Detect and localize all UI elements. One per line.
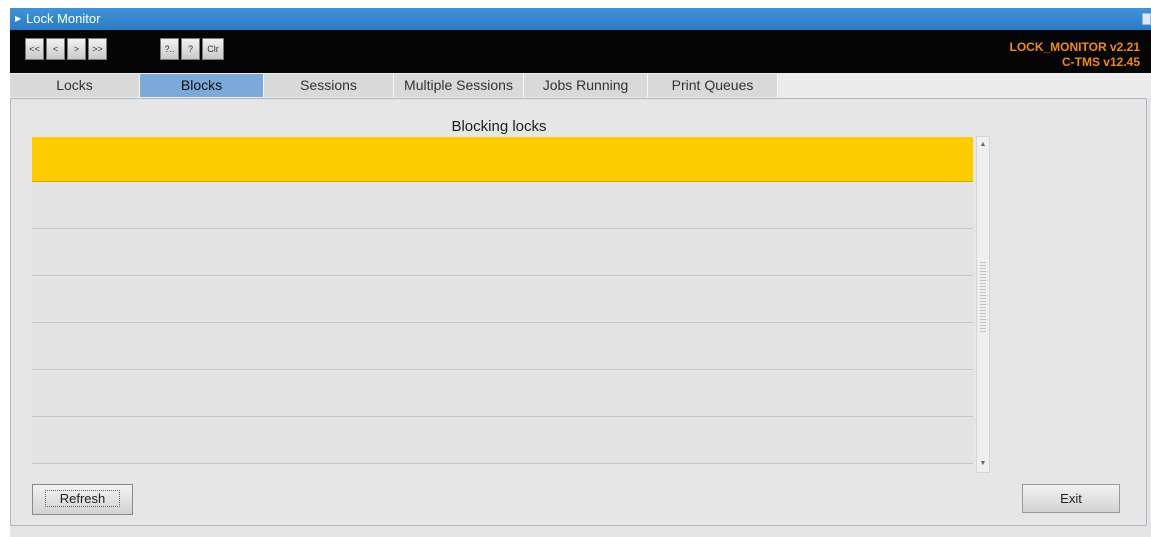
tab-jobs-running[interactable]: Jobs Running (524, 74, 648, 97)
table-row[interactable] (32, 419, 973, 464)
table-row[interactable] (32, 231, 973, 276)
table-row[interactable] (32, 137, 973, 182)
tab-print-queues[interactable]: Print Queues (648, 74, 778, 97)
toolbar: << < > >> ?.. ? Clr LOCK_MONITOR v2.21 C… (10, 30, 1151, 73)
previous-record-button[interactable]: < (46, 38, 65, 60)
next-record-button[interactable]: > (67, 38, 86, 60)
window-icon: ▶ (15, 14, 22, 23)
tab-sessions[interactable]: Sessions (264, 74, 394, 97)
scroll-down-arrow-icon[interactable]: ▼ (977, 458, 989, 470)
clear-button[interactable]: Clr (202, 38, 224, 60)
scroll-up-arrow-icon[interactable]: ▲ (977, 139, 989, 151)
table-row[interactable] (32, 278, 973, 323)
section-title: Blocking locks (451, 118, 547, 135)
tab-blocks[interactable]: Blocks (140, 74, 264, 97)
tab-multiple-sessions[interactable]: Multiple Sessions (394, 74, 524, 97)
refresh-button[interactable]: Refresh (32, 484, 133, 515)
vertical-scrollbar[interactable]: ▲ ▼ (976, 136, 990, 473)
last-record-button[interactable]: >> (88, 38, 107, 60)
title-bar: ▶ Lock Monitor (10, 8, 1151, 30)
table-row[interactable] (32, 184, 973, 229)
tab-locks[interactable]: Locks (10, 74, 140, 97)
refresh-button-label: Refresh (44, 490, 121, 507)
exit-button[interactable]: Exit (1022, 484, 1120, 513)
help-button[interactable]: ? (181, 38, 200, 60)
first-record-button[interactable]: << (25, 38, 44, 60)
table-row[interactable] (32, 372, 973, 417)
version-label: LOCK_MONITOR v2.21 (1009, 40, 1140, 54)
minimize-icon[interactable] (1142, 13, 1151, 25)
window-title: Lock Monitor (26, 11, 101, 26)
table-row[interactable] (32, 325, 973, 370)
scrollbar-grip[interactable] (980, 262, 986, 332)
tab-bar: Locks Blocks Sessions Multiple Sessions … (10, 73, 1151, 98)
ctms-version-label: C-TMS v12.45 (1061, 55, 1140, 69)
lock-monitor-window: ▶ Lock Monitor << < > >> ?.. ? Clr LOCK_… (10, 8, 1151, 537)
blocks-panel: Blocking locks ▲ ▼ Refresh Exit (10, 98, 1147, 526)
query-button[interactable]: ?.. (160, 38, 179, 60)
